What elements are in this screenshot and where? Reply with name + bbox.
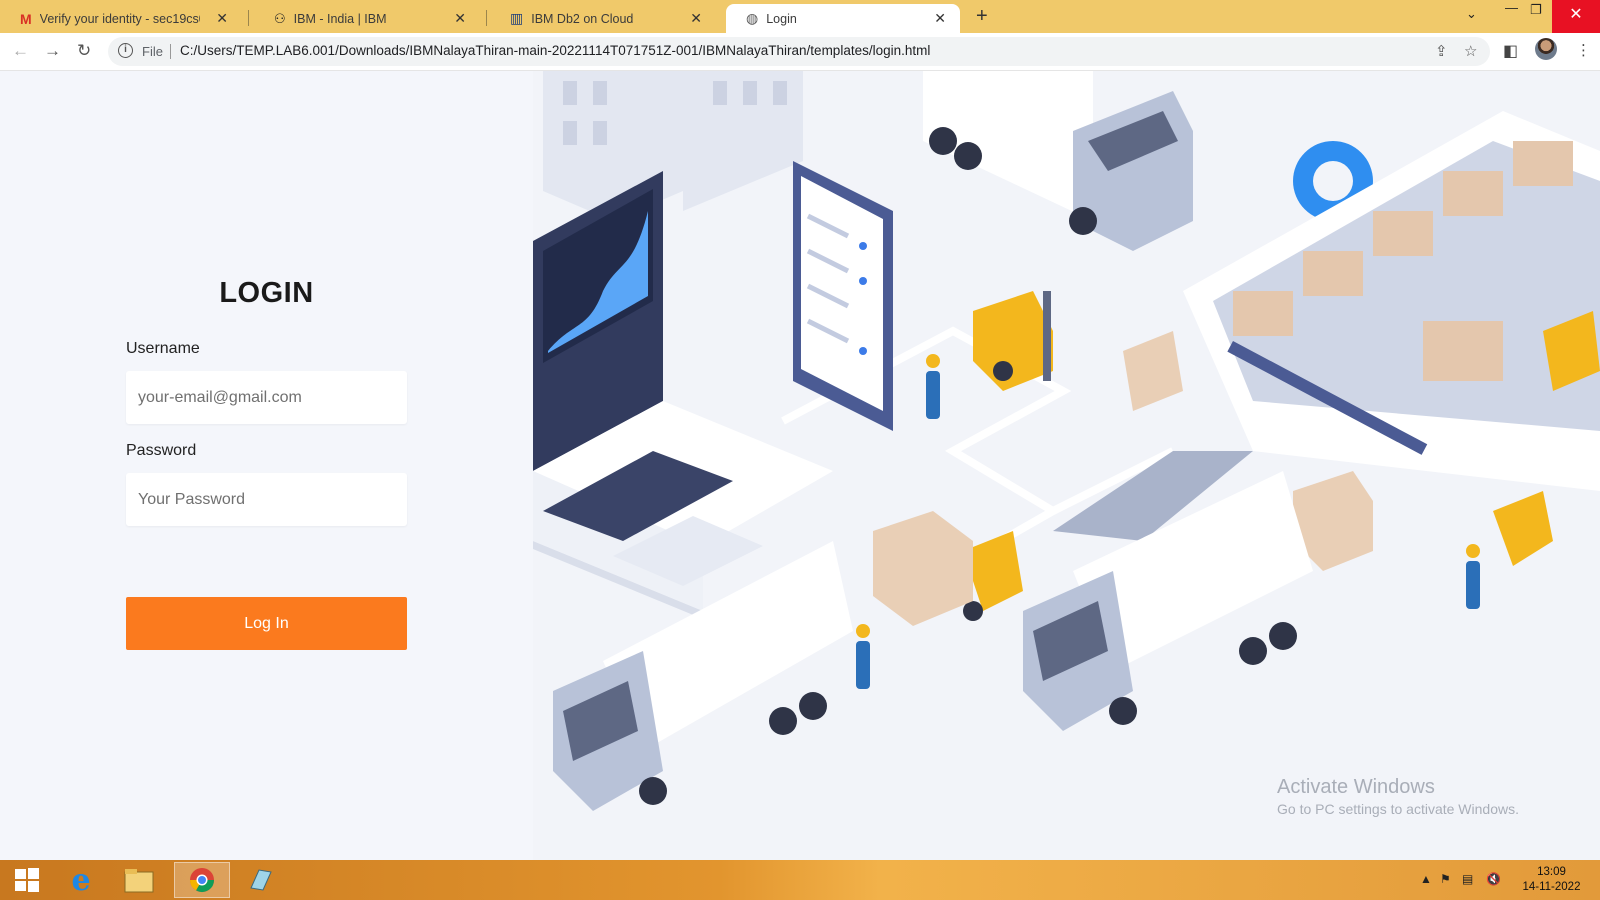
chrome-icon[interactable]: [174, 862, 230, 898]
restore-icon[interactable]: ❐: [1530, 2, 1542, 18]
tab-title: Verify your identity - sec19cs080: [39, 11, 200, 26]
watermark-subtitle: Go to PC settings to activate Windows.: [1277, 801, 1519, 817]
omnibox-divider: [170, 44, 171, 59]
forward-arrow-icon[interactable]: →: [44, 41, 61, 61]
tab-strip: M Verify your identity - sec19cs080 ✕ ⚇ …: [0, 0, 1600, 33]
gmail-icon: M: [20, 10, 32, 27]
remote-desktop-icon[interactable]: [234, 862, 288, 898]
side-panel-icon[interactable]: ◧: [1503, 41, 1518, 61]
clock-date: 14-11-2022: [1522, 881, 1581, 893]
bookmark-star-icon[interactable]: ☆: [1464, 42, 1477, 60]
activate-windows-watermark: Activate Windows Go to PC settings to ac…: [1277, 776, 1519, 817]
username-label: Username: [126, 340, 200, 357]
tab-divider: [486, 10, 487, 26]
password-label: Password: [126, 442, 197, 459]
close-icon[interactable]: ✕: [454, 10, 466, 27]
logistics-illustration: [533, 71, 1600, 860]
flag-icon[interactable]: ⚑: [1440, 872, 1451, 886]
tab-title: Login: [766, 11, 797, 26]
windows-taskbar: e ▲ ⚑ ▤ 🔇 13:09 14-11-2022: [0, 860, 1600, 900]
reload-icon[interactable]: ↻: [77, 41, 91, 61]
minimize-icon[interactable]: —: [1505, 0, 1518, 15]
back-arrow-icon[interactable]: ←: [12, 41, 29, 61]
share-icon[interactable]: ⇪: [1435, 42, 1448, 60]
close-icon[interactable]: ✕: [216, 10, 228, 27]
system-clock[interactable]: 13:09 14-11-2022: [1514, 865, 1589, 895]
tab-ibm-india[interactable]: ⚇ IBM - India | IBM ✕: [254, 4, 480, 33]
password-input[interactable]: [126, 473, 407, 526]
page-content: LOGIN Username Password Log In: [0, 71, 1600, 860]
tab-search-chevron-icon[interactable]: ⌄: [1466, 6, 1477, 22]
tray-chevron-icon[interactable]: ▲: [1420, 872, 1432, 886]
profile-avatar[interactable]: [1535, 38, 1557, 60]
warehouse-scene-image: [533, 71, 1600, 860]
volume-muted-icon[interactable]: 🔇: [1486, 872, 1501, 886]
info-icon[interactable]: i: [118, 43, 133, 58]
login-title: LOGIN: [219, 277, 314, 309]
login-panel: LOGIN Username Password Log In: [0, 71, 533, 860]
file-explorer-icon[interactable]: [112, 862, 166, 898]
clock-time: 13:09: [1537, 866, 1566, 878]
network-icon[interactable]: ▤: [1462, 872, 1473, 886]
tab-gmail[interactable]: M Verify your identity - sec19cs080 ✕: [0, 4, 242, 33]
url-text[interactable]: C:/Users/TEMP.LAB6.001/Downloads/IBMNala…: [180, 43, 930, 58]
db2-icon: ▥: [510, 10, 524, 26]
window-close-button[interactable]: ✕: [1552, 0, 1600, 33]
tab-title: IBM Db2 on Cloud: [531, 11, 634, 26]
close-icon[interactable]: ✕: [690, 10, 702, 27]
watermark-title: Activate Windows: [1277, 776, 1435, 798]
tab-db2[interactable]: ▥ IBM Db2 on Cloud ✕: [490, 4, 716, 33]
internet-explorer-icon[interactable]: e: [54, 862, 108, 898]
login-button[interactable]: Log In: [126, 597, 407, 650]
tab-divider: [248, 10, 249, 26]
new-tab-button[interactable]: +: [976, 5, 988, 28]
tab-title: IBM - India | IBM: [293, 11, 387, 26]
close-icon[interactable]: ✕: [934, 10, 946, 27]
browser-toolbar: ← → ↻ i File C:/Users/TEMP.LAB6.001/Down…: [0, 33, 1600, 71]
menu-kebab-icon[interactable]: ⋮: [1576, 41, 1591, 59]
globe-icon: ◍: [746, 10, 759, 26]
scheme-label: File: [142, 44, 163, 59]
address-bar[interactable]: i File C:/Users/TEMP.LAB6.001/Downloads/…: [108, 37, 1490, 66]
username-input[interactable]: [126, 371, 407, 424]
ibm-icon: ⚇: [274, 10, 286, 26]
windows-start-icon[interactable]: [0, 862, 54, 898]
tab-login[interactable]: ◍ Login ✕: [726, 4, 960, 33]
